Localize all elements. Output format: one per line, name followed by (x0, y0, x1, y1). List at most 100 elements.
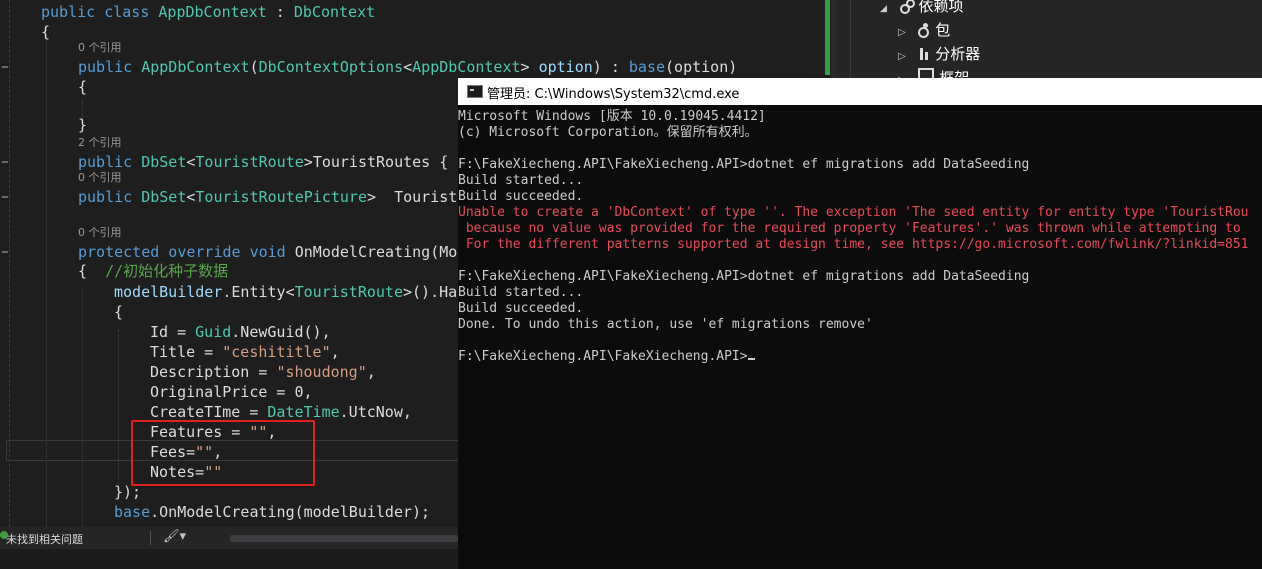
code-line[interactable]: public AppDbContext(DbContextOptions<App… (78, 57, 737, 77)
package-icon (918, 23, 930, 38)
code-line[interactable]: { (41, 22, 50, 42)
code-line[interactable]: public class AppDbContext : DbContext (41, 2, 375, 22)
tree-item-label: 依赖项 (918, 0, 964, 15)
tree-item-dependencies[interactable]: ◢ 依赖项 (880, 0, 964, 17)
code-text: > (367, 188, 377, 206)
code-line[interactable]: base.OnModelCreating(modelBuilder); (114, 502, 430, 522)
property-name: Id = (150, 323, 196, 341)
code-text: (option) (665, 58, 738, 76)
property-name: Description = (150, 363, 277, 381)
console-line: Build started... (458, 285, 584, 300)
code-text: .UtcNow, (339, 403, 412, 421)
cmd-window[interactable]: 管理员: C:\Windows\System32\cmd.exe Microso… (458, 78, 1262, 569)
collapsed-arrow-icon[interactable]: ▷ (898, 27, 906, 38)
constructor-name: AppDbContext (141, 58, 250, 76)
issues-status-text[interactable]: 未找到相关问题 (6, 531, 83, 547)
code-text: { (78, 262, 106, 280)
tree-item-label: 包 (935, 21, 951, 39)
string-literal: "shoudong" (276, 363, 367, 381)
code-text: ().Ha (412, 283, 458, 301)
panel-divider (850, 0, 851, 78)
keyword: public (78, 58, 142, 76)
tree-item-frameworks[interactable]: ▷ 框架 (898, 67, 969, 78)
code-text: .OnModelCreating(modelBuilder); (150, 503, 431, 521)
console-error-line: Unable to create a 'DbContext' of type '… (458, 205, 1249, 220)
type-name: DbSet (141, 153, 187, 171)
code-text: < (403, 58, 413, 76)
code-line[interactable]: modelBuilder.Entity<TouristRoute>().Ha (114, 282, 457, 302)
variable-name: modelBuilder. (114, 283, 232, 301)
type-name: AppDbContext (412, 58, 521, 76)
property-name: TouristR (376, 188, 467, 206)
code-text: .NewGuid(), (231, 323, 331, 341)
console-line: F:\FakeXiecheng.API\FakeXiecheng.API>dot… (458, 157, 1030, 172)
codelens-reference-count[interactable]: 0 个引用 (78, 41, 122, 55)
code-line[interactable]: Title = "ceshititle", (150, 342, 340, 362)
bottom-panel-edge (0, 549, 458, 569)
dependencies-icon (899, 0, 915, 14)
chevron-down-icon[interactable]: ▾ (180, 529, 187, 544)
console-error-line: For the different patterns supported at … (458, 237, 1249, 252)
type-name: DbContextOptions (258, 58, 404, 76)
editor-status-bar: 未找到相关问题 🖌▾ (0, 527, 458, 549)
analyzer-icon (918, 48, 930, 60)
code-line[interactable]: OriginalPrice = 0, (150, 382, 313, 402)
framework-icon (918, 68, 935, 78)
horizontal-scrollbar[interactable] (230, 535, 458, 542)
type-name: TouristRoute (195, 153, 304, 171)
code-line[interactable]: CreateTIme = DateTime.UtcNow, (150, 402, 412, 422)
code-line[interactable]: { //初始化种子数据 (78, 261, 228, 281)
parameter-name: option (529, 58, 593, 76)
console-line: Build succeeded. (458, 189, 584, 204)
console-prompt: F:\FakeXiecheng.API\FakeXiecheng.API> (458, 349, 748, 364)
code-line[interactable]: protected override void OnModelCreating(… (78, 242, 457, 262)
indent-guide (82, 290, 83, 527)
codelens-reference-count[interactable]: 0 个引用 (78, 171, 122, 185)
tree-item-label: 框架 (939, 69, 970, 78)
code-line[interactable]: Description = "shoudong", (150, 362, 376, 382)
collapse-marker[interactable] (2, 161, 8, 163)
method-name: Entity (231, 283, 286, 301)
property-name: Title = (150, 343, 223, 361)
type-name: TouristRoute (294, 283, 403, 301)
tree-item-packages[interactable]: ▷ 包 (898, 19, 950, 41)
class-name: AppDbContext (158, 3, 267, 21)
change-indicator-bar (825, 0, 830, 75)
text-cursor (747, 358, 755, 360)
code-line[interactable]: { (78, 77, 87, 97)
highlight-annotation-box (131, 420, 315, 486)
window-title: 管理员: C:\Windows\System32\cmd.exe (487, 87, 740, 102)
code-line[interactable]: Id = Guid.NewGuid(), (150, 322, 331, 342)
type-name: Guid (195, 323, 232, 341)
console-line: Build started... (458, 173, 584, 188)
code-line[interactable]: public DbSet<TouristRoutePicture> Touris… (78, 187, 466, 207)
code-line[interactable]: { (114, 302, 123, 322)
keyword: public (78, 188, 142, 206)
console-line: Done. To undo this action, use 'ef migra… (458, 317, 873, 332)
code-text: , (366, 363, 376, 381)
cmd-title-bar[interactable]: 管理员: C:\Windows\System32\cmd.exe (458, 78, 1262, 105)
collapse-marker[interactable] (2, 196, 8, 198)
collapse-marker[interactable] (2, 251, 8, 253)
code-line[interactable]: public DbSet<TouristRoute>TouristRoutes … (78, 152, 457, 172)
keyword: public class (41, 3, 159, 21)
string-literal: "ceshititle" (222, 343, 331, 361)
codelens-reference-count[interactable]: 2 个引用 (78, 136, 122, 150)
paintbrush-icon[interactable]: 🖌▾ (163, 529, 186, 544)
solution-explorer: ◢ 依赖项 ▷ 包 ▷ 分析器 ▷ 框架 (836, 0, 1262, 78)
code-text: < (285, 283, 295, 301)
collapsed-arrow-icon[interactable]: ▷ (898, 51, 906, 62)
collapse-marker[interactable] (2, 66, 8, 68)
type-name: TouristRoutePicture (195, 188, 367, 206)
code-text: ( (249, 58, 259, 76)
tree-item-analyzers[interactable]: ▷ 分析器 (898, 43, 980, 65)
code-line[interactable]: } (78, 115, 87, 135)
codelens-reference-count[interactable]: 0 个引用 (78, 226, 122, 240)
expanded-arrow-icon[interactable]: ◢ (880, 4, 887, 14)
method-name: OnModelCreating(Mo (294, 243, 458, 261)
console-line: Microsoft Windows [版本 10.0.19045.4412] (458, 109, 766, 124)
console-prompt-line[interactable]: F:\FakeXiecheng.API\FakeXiecheng.API> (458, 349, 755, 365)
code-comment: //初始化种子数据 (105, 262, 229, 280)
keyword: base (114, 503, 151, 521)
type-name: DateTime (267, 403, 340, 421)
